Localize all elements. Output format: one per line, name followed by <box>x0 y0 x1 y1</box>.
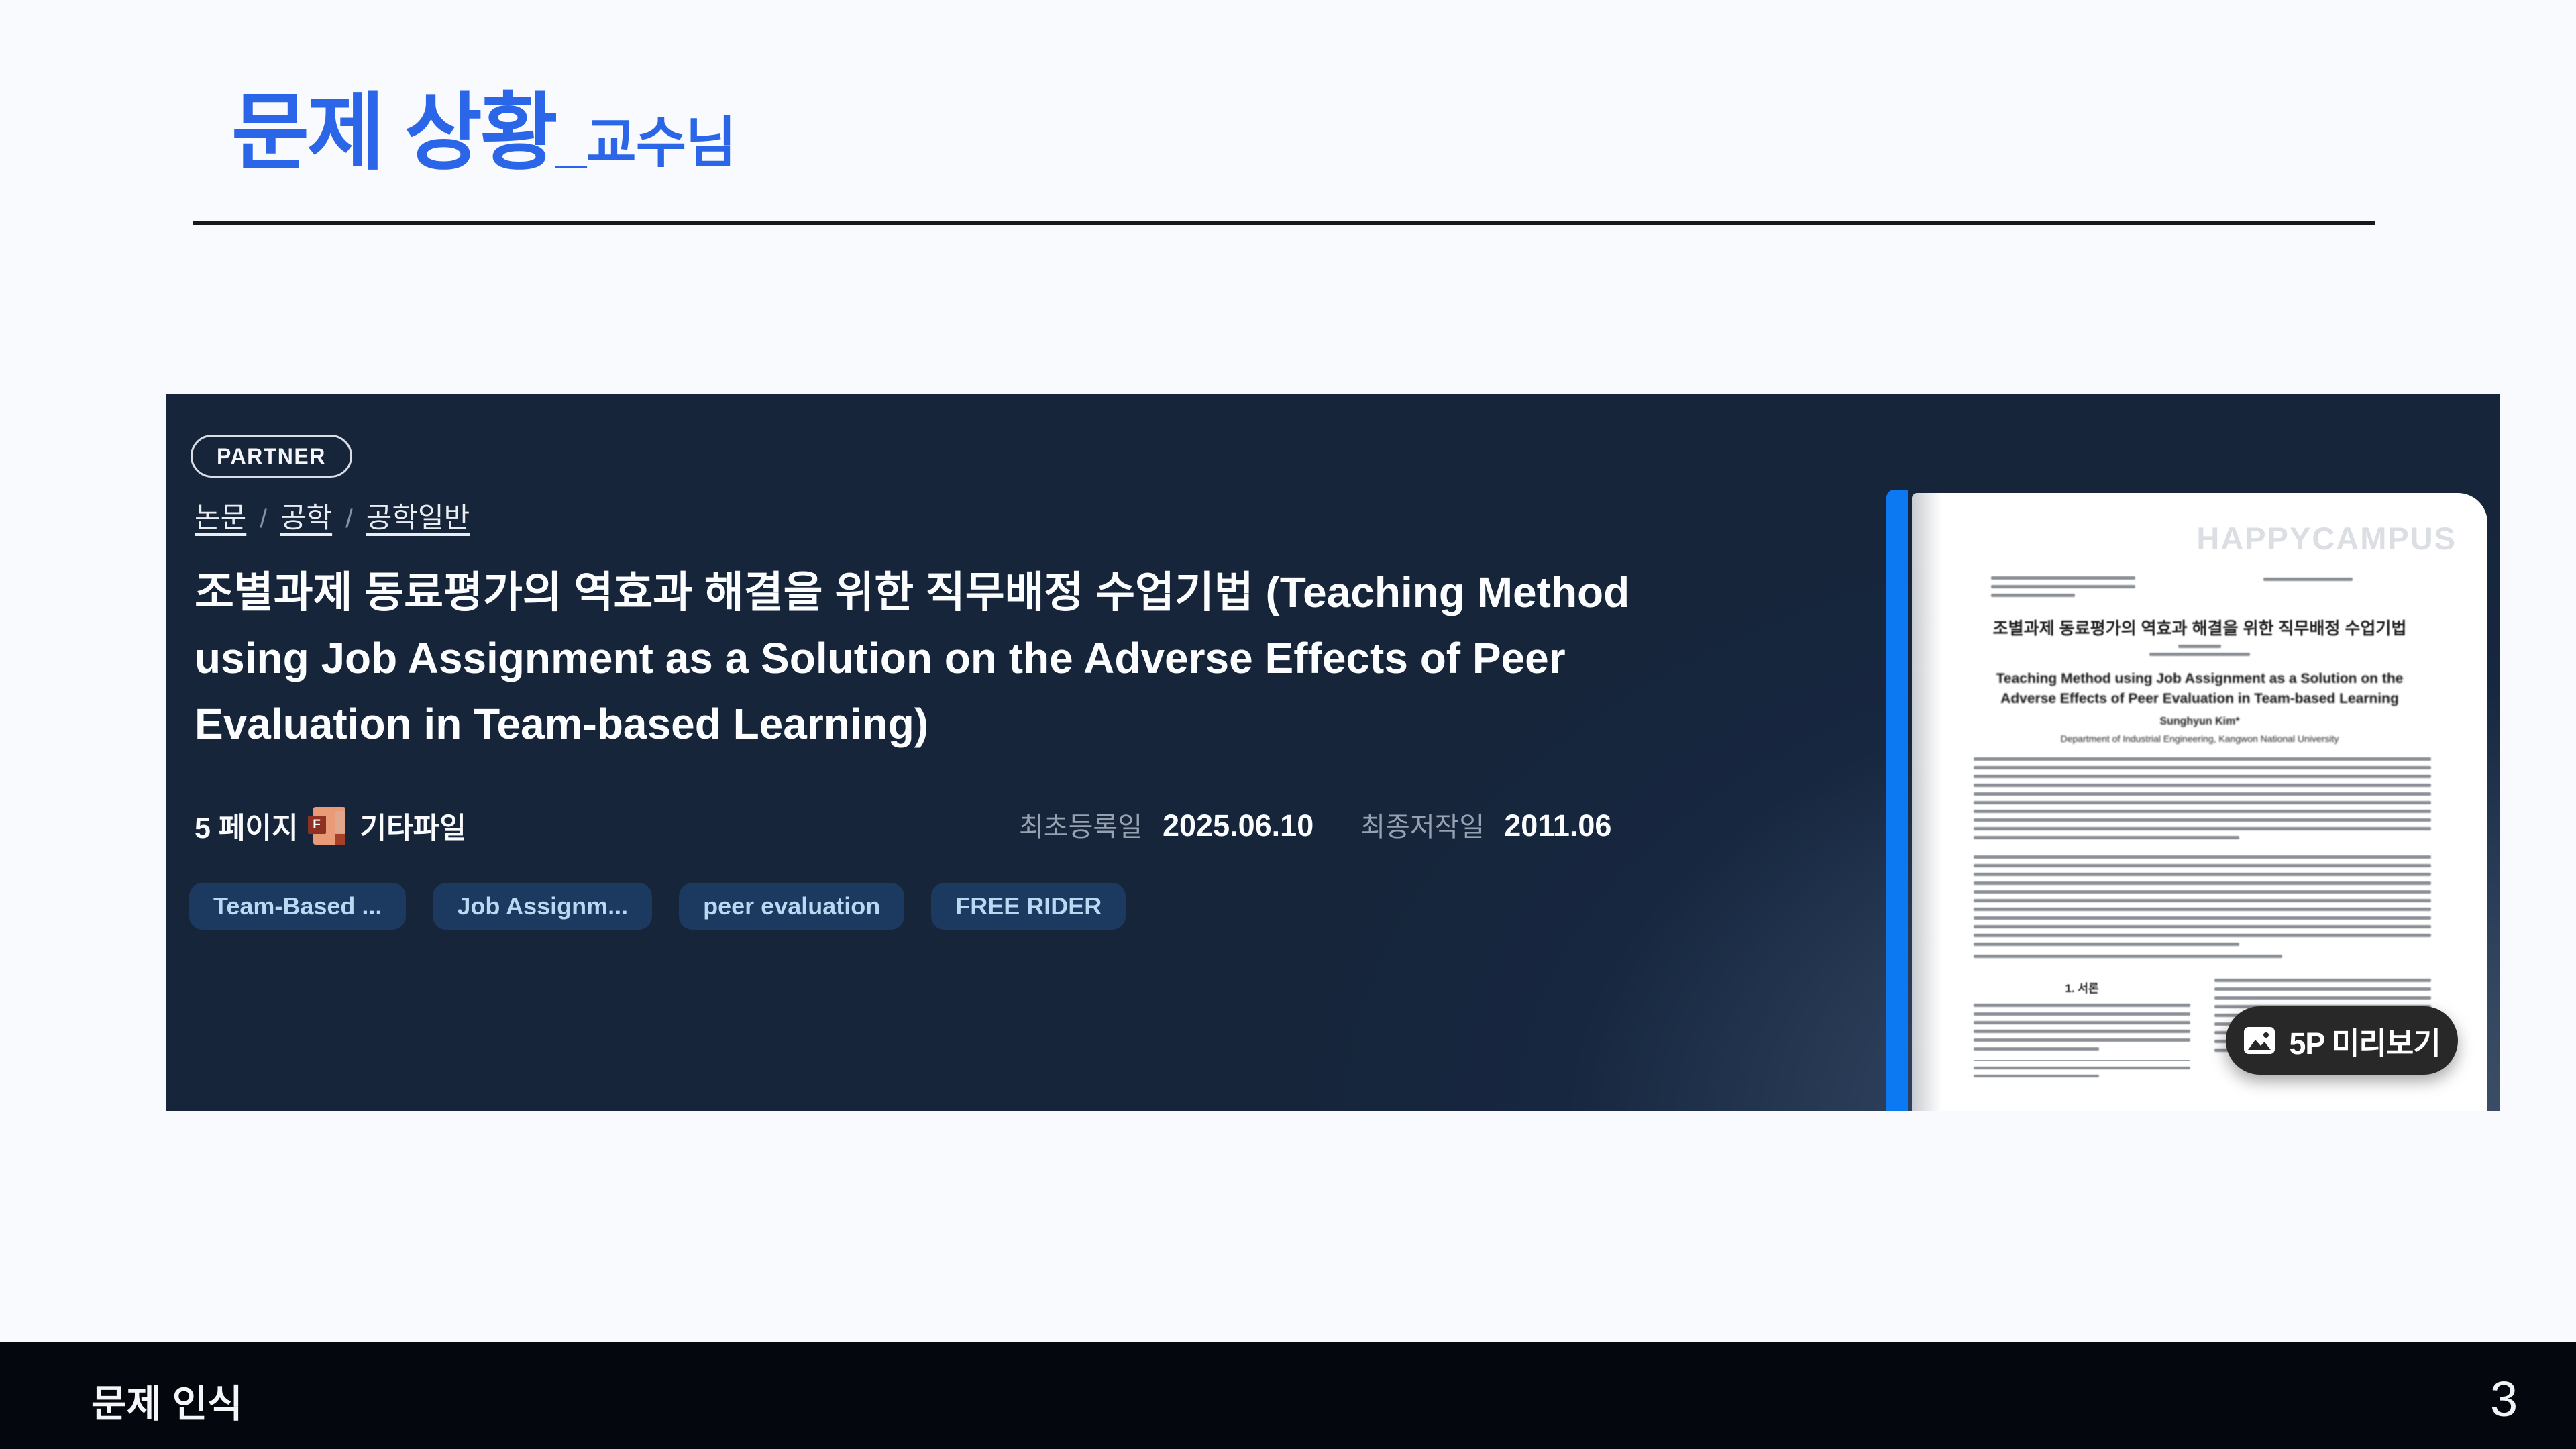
breadcrumb-separator: / <box>345 505 353 534</box>
doc-affiliation: Department of Industrial Engineering, Ka… <box>1912 733 2487 744</box>
slide-title-main: 문제 상황 <box>231 85 556 180</box>
breadcrumb-item-engineering-general[interactable]: 공학일반 <box>366 495 470 536</box>
breadcrumb-item-papers[interactable]: 논문 <box>195 495 246 536</box>
title-underline <box>193 221 2375 225</box>
doc-author: Sunghyun Kim* <box>1912 716 2487 728</box>
doc-author-mini-lines <box>1912 645 2487 656</box>
page-count: 5 페이지 <box>195 805 299 847</box>
preview-button-label: 5P 미리보기 <box>2289 1019 2440 1063</box>
preview-button[interactable]: 5P 미리보기 <box>2226 1006 2458 1075</box>
journal-header <box>1991 576 2418 602</box>
meta-row: 5 페이지 F 기타파일 <box>195 805 466 847</box>
breadcrumb-separator: / <box>260 505 267 534</box>
abstract-korean-lines <box>1974 757 2431 845</box>
keywords-line <box>1974 955 2282 963</box>
doc-section-heading: 1. 서론 <box>1974 979 2190 996</box>
first-registered-value: 2025.06.10 <box>1163 808 1313 843</box>
partner-badge: PARTNER <box>191 435 352 478</box>
tag-peer-evaluation[interactable]: peer evaluation <box>679 883 904 930</box>
page-number: 3 <box>2490 1371 2518 1428</box>
last-authored-value: 2011.06 <box>1504 808 1611 843</box>
breadcrumb: 논문 / 공학 / 공학일반 <box>195 495 470 536</box>
file-type-icon-letter: F <box>308 816 326 834</box>
doc-column-left: 1. 서론 <box>1974 979 2190 1083</box>
breadcrumb-item-engineering[interactable]: 공학 <box>280 495 332 536</box>
last-authored-label: 최종저작일 <box>1360 805 1484 844</box>
tag-free-rider[interactable]: FREE RIDER <box>931 883 1126 930</box>
journal-info-lines <box>1991 576 2135 602</box>
footer-section-label: 문제 인식 <box>91 1373 243 1428</box>
first-registered-label: 최초등록일 <box>1019 805 1142 844</box>
abstract-english-lines <box>1974 855 2431 951</box>
listing-title: 조별과제 동료평가의 역효과 해결을 위한 직무배정 수업기법 (Teachin… <box>195 559 1644 757</box>
happycampus-watermark: HAPPYCAMPUS <box>2196 520 2457 557</box>
document-spine <box>1886 490 1908 1111</box>
file-type-label: 기타파일 <box>360 805 466 847</box>
image-icon <box>2243 1026 2275 1055</box>
doc-title-korean: 조별과제 동료평가의 역효과 해결을 위한 직무배정 수업기법 <box>1912 615 2487 639</box>
doi-line <box>2263 576 2418 602</box>
meta-dates: 최초등록일 2025.06.10 최종저작일 2011.06 <box>1019 805 1611 844</box>
slide-title: 문제 상황_교수님 <box>231 64 736 186</box>
listing-card: PARTNER 논문 / 공학 / 공학일반 조별과제 동료평가의 역효과 해결… <box>166 394 2500 1111</box>
doc-footnote-lines <box>1974 1060 2190 1077</box>
doc-title-english: Teaching Method using Job Assignment as … <box>1952 669 2447 709</box>
tag-team-based[interactable]: Team-Based ... <box>189 883 406 930</box>
slide-title-suffix: _교수님 <box>556 113 736 174</box>
file-type-icon: F <box>313 807 345 845</box>
footer-bar: 문제 인식 3 <box>0 1342 2576 1449</box>
tag-job-assignment[interactable]: Job Assignm... <box>433 883 652 930</box>
tag-list: Team-Based ... Job Assignm... peer evalu… <box>189 883 1126 930</box>
